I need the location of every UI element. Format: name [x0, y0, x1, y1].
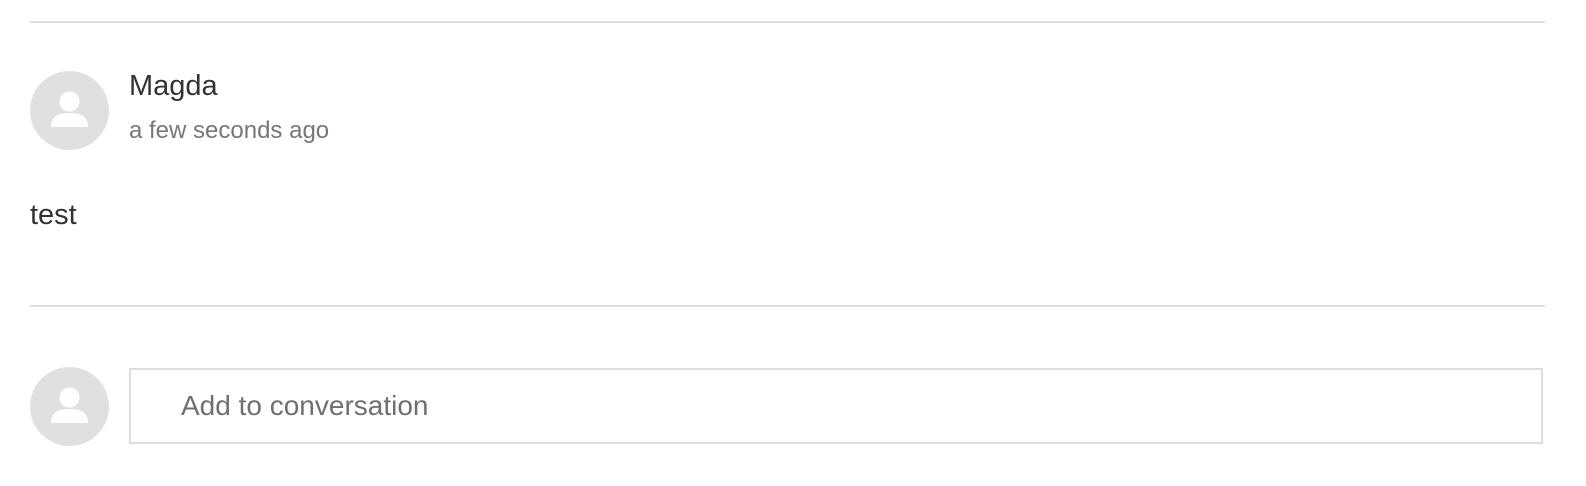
add-to-conversation-input[interactable]	[129, 368, 1543, 444]
user-icon	[51, 91, 88, 127]
composer-divider	[30, 305, 1545, 307]
comment-timestamp: a few seconds ago	[129, 117, 330, 144]
user-icon	[51, 387, 88, 423]
comment-author-name[interactable]: Magda	[129, 68, 218, 104]
comment-body: test	[30, 199, 77, 231]
comment-author-avatar	[30, 71, 109, 150]
current-user-avatar	[30, 367, 109, 446]
top-divider	[30, 21, 1545, 23]
